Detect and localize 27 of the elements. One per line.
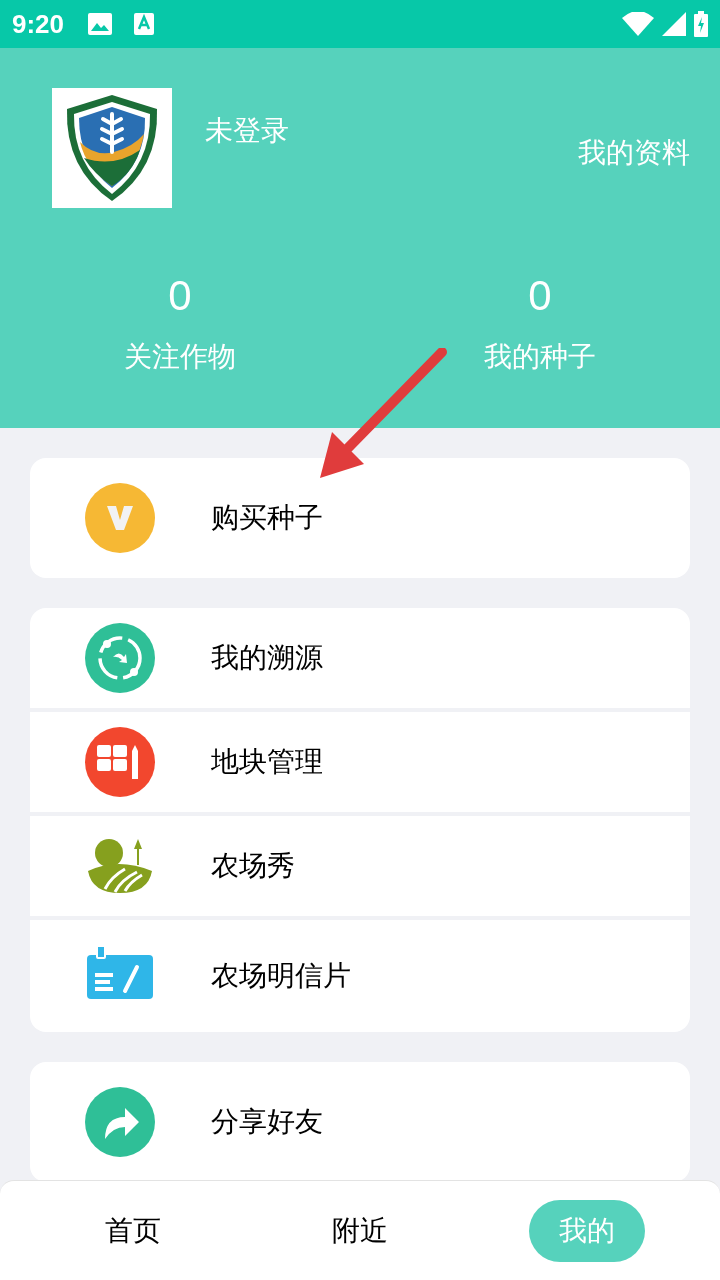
share-icon <box>85 1087 155 1157</box>
menu-label: 购买种子 <box>211 500 323 536</box>
nav-tab[interactable]: 首页 <box>75 1199 192 1262</box>
grid-pencil-icon <box>85 727 155 797</box>
menu-label: 我的溯源 <box>211 640 323 676</box>
stat-value: 0 <box>528 271 552 321</box>
font-icon <box>134 13 155 35</box>
menu-label: 地块管理 <box>211 744 323 780</box>
menu-item[interactable]: 农场明信片 <box>30 920 690 1032</box>
menu-item[interactable]: 农场秀 <box>30 816 690 916</box>
menu-item[interactable]: 地块管理 <box>30 712 690 812</box>
signal-icon <box>662 12 686 36</box>
menu-item[interactable]: 我的溯源 <box>30 608 690 708</box>
login-status: 未登录 <box>205 113 289 149</box>
stat-value: 0 <box>168 271 192 321</box>
refresh-icon <box>85 623 155 693</box>
menu-label: 分享好友 <box>211 1104 323 1140</box>
menu-label: 农场明信片 <box>211 958 351 994</box>
image-icon <box>88 13 113 35</box>
status-time: 9:20 <box>12 7 65 41</box>
wifi-icon <box>622 12 654 36</box>
menu-item[interactable]: 分享好友 <box>30 1062 690 1182</box>
menu-label: 农场秀 <box>211 848 295 884</box>
battery-icon <box>694 11 708 37</box>
menu-item[interactable]: 购买种子 <box>30 458 690 578</box>
v-badge-icon <box>85 483 155 553</box>
nav-tab[interactable]: 附近 <box>302 1199 418 1262</box>
